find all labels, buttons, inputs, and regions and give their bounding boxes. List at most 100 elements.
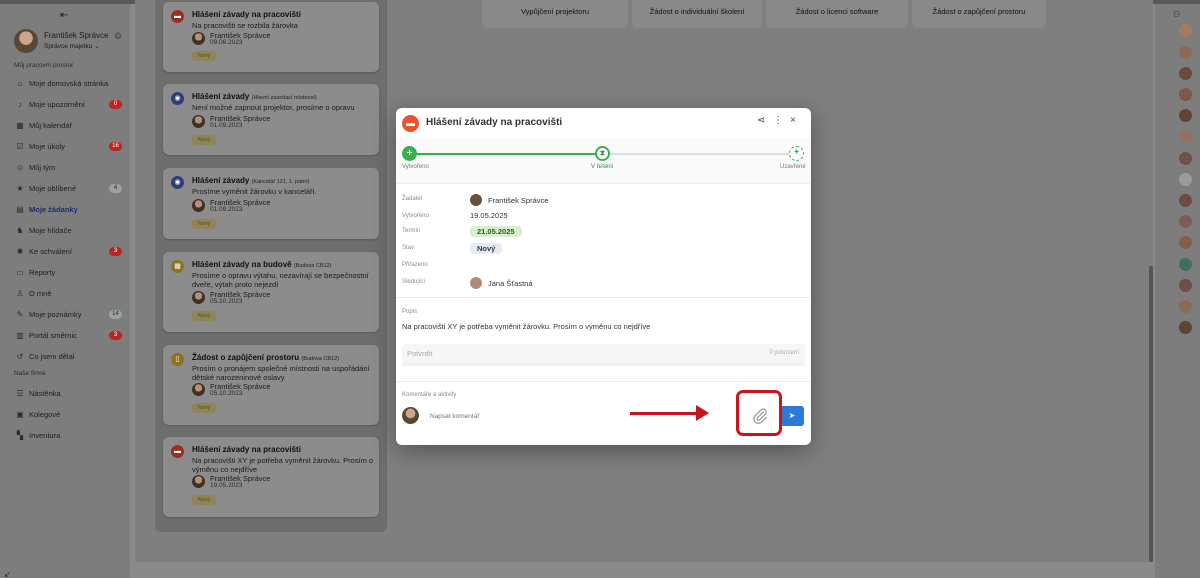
card-description: Na pracovišti se rozbila žárovka <box>192 21 298 30</box>
share-icon[interactable]: ⋖ <box>757 115 765 126</box>
avatar[interactable] <box>1179 258 1192 271</box>
avatar <box>192 383 205 396</box>
avatar[interactable] <box>1179 300 1192 313</box>
status-badge: Nový <box>192 495 216 505</box>
approvals-badge: 3 <box>109 246 122 256</box>
avatar[interactable] <box>1179 109 1192 122</box>
avatar[interactable] <box>1179 67 1192 80</box>
request-card[interactable]: ▬ Hlášení závady na pracovišti Na pracov… <box>163 437 379 517</box>
detail-watchers: Sledující Jana Šťastná <box>402 277 533 289</box>
divider <box>396 381 811 382</box>
notifications-badge: 0 <box>109 99 122 109</box>
fault-report-icon: ▬ <box>171 445 184 458</box>
avatar[interactable] <box>1179 130 1192 143</box>
card-person: František Správce 05.10.2023 <box>192 382 342 398</box>
user-profile[interactable]: František Správce Správce majetku ⌄ ⚙ <box>14 26 130 56</box>
send-comment-button[interactable]: ➤ <box>780 406 804 426</box>
status-badge[interactable]: Nový <box>470 243 503 254</box>
detail-requester: Žadatel František Správce <box>402 194 549 206</box>
comments-label: Komentáře a aktivity <box>402 392 457 398</box>
avatar[interactable] <box>1179 24 1192 37</box>
detail-assigned: Přiřazeno <box>402 262 428 268</box>
sidebar-item-reports[interactable]: ▭ Reporty <box>14 265 122 279</box>
avatar[interactable] <box>1179 215 1192 228</box>
request-type-training[interactable]: Žádost o individuální školení <box>632 0 762 28</box>
reports-icon: ▭ <box>16 267 24 277</box>
watchdog-icon: ♞ <box>16 225 24 235</box>
confirm-button[interactable]: Potvrdit 0 potvrzení <box>402 344 805 363</box>
send-icon: ➤ <box>788 411 796 420</box>
sidebar-item-inventory[interactable]: ▚ Inventura <box>14 428 122 442</box>
detail-status: Stav Nový <box>402 242 802 256</box>
request-card[interactable]: ◉ Hlášení závady (Hlavní zasedací místno… <box>163 84 379 155</box>
request-card[interactable]: ▦ Hlášení závady na budově (Budova CB12)… <box>163 252 379 332</box>
sidebar-item-notifications[interactable]: ♪ Moje upozornění 0 <box>14 97 122 111</box>
card-title: Hlášení závady na pracovišti <box>192 10 301 19</box>
avatar[interactable] <box>1179 279 1192 292</box>
people-icon[interactable]: ⚇ <box>1173 10 1180 19</box>
sidebar-item-notes[interactable]: ✎ Moje poznámky 14 <box>14 307 122 321</box>
sidebar-item-history[interactable]: ↺ Co jsem dělal <box>14 349 122 363</box>
notes-badge: 14 <box>109 309 122 319</box>
sidebar-item-calendar[interactable]: ▦ Můj kalendář <box>14 118 122 132</box>
scrollbar[interactable] <box>1149 266 1153 562</box>
sidebar-item-colleagues[interactable]: ▣ Kolegové <box>14 407 122 421</box>
sidebar-item-team[interactable]: ☺ Můj tým <box>14 160 122 174</box>
deadline-badge[interactable]: 21.05.2025 <box>470 226 522 237</box>
request-type-license[interactable]: Žádost o licenci software <box>766 0 908 28</box>
collapse-sidebar-icon[interactable]: ⇤ <box>60 10 68 21</box>
status-badge: Nový <box>192 219 216 229</box>
request-details: Žadatel František Správce Vytvořeno 19.05.… <box>396 184 811 296</box>
requests-icon: ▤ <box>16 204 24 214</box>
sidebar-item-requests[interactable]: ▤ Moje žádanky <box>14 202 122 216</box>
sidebar-item-about-me[interactable]: ♙ O mně <box>14 286 122 300</box>
avatar[interactable] <box>1179 173 1192 186</box>
people-rail: ⚇ <box>1155 4 1200 578</box>
sidebar: ⇤ František Správce Správce majetku ⌄ ⚙ … <box>0 4 130 578</box>
avatar[interactable] <box>1179 321 1192 334</box>
comment-input[interactable] <box>426 407 726 425</box>
avatar[interactable] <box>1179 152 1192 165</box>
detail-created: Vytvořeno 19.05.2025 <box>402 211 508 220</box>
confirm-progress <box>402 363 805 366</box>
request-type-projector[interactable]: Vypůjčení projektoru <box>482 0 628 28</box>
user-name: František Správce <box>44 31 109 40</box>
modal-header: ▬ Hlášení závady na pracovišti ⋖ ⋮ × <box>396 108 811 138</box>
avatar[interactable] <box>1179 46 1192 59</box>
sidebar-item-approvals[interactable]: ✺ Ke schválení 3 <box>14 244 122 258</box>
request-type-room[interactable]: Žádost o zapůjčení prostoru <box>912 0 1046 28</box>
portal-badge: 3 <box>109 330 122 340</box>
sidebar-item-portal[interactable]: ▥ Portál směrnic 3 <box>14 328 122 342</box>
expand-arrow-icon[interactable]: ↙ <box>4 570 11 578</box>
user-avatar <box>14 29 38 53</box>
avatar[interactable] <box>1179 88 1192 101</box>
card-person: František Správce 19.05.2023 <box>192 474 342 490</box>
sidebar-item-watchdogs[interactable]: ♞ Moje hlídače <box>14 223 122 237</box>
building-icon: ▦ <box>171 260 184 273</box>
step-in-progress-icon: ⧗ <box>595 146 610 161</box>
person-icon: ♙ <box>16 288 24 298</box>
description-text: Na pracovišti XY je potřeba vyměnit žáro… <box>402 322 651 331</box>
sidebar-item-board[interactable]: ☰ Nástěnka <box>14 386 122 400</box>
team-icon: ☺ <box>15 162 25 172</box>
sidebar-item-tasks[interactable]: ☑ Moje úkoly 16 <box>14 139 122 153</box>
card-description: Prosím o pronájem společné místnosti na … <box>192 364 370 382</box>
request-card[interactable]: ▯ Žádost o zapůjčení prostoru (Budova CB… <box>163 345 379 425</box>
sidebar-item-home[interactable]: ⌂ Moje domovská stránka <box>14 76 122 90</box>
progress-line-todo <box>610 153 790 155</box>
avatar <box>192 475 205 488</box>
request-card[interactable]: ◉ Hlášení závady (Kancelář 121, 1. patro… <box>163 168 379 239</box>
favorites-badge: 4 <box>109 183 122 193</box>
annotation-highlight <box>736 390 782 436</box>
room-icon: ▯ <box>171 353 184 366</box>
card-person: František Správce 09.06.2023 <box>192 31 342 47</box>
settings-gear-icon[interactable]: ⚙ <box>114 31 122 42</box>
more-options-icon[interactable]: ⋮ <box>773 115 783 126</box>
close-icon[interactable]: × <box>790 115 796 126</box>
avatar[interactable] <box>1179 236 1192 249</box>
avatar[interactable] <box>1179 194 1192 207</box>
sidebar-item-favorites[interactable]: ★ Moje oblíbené 4 <box>14 181 122 195</box>
status-badge: Nový <box>192 311 216 321</box>
user-role[interactable]: Správce majetku ⌄ <box>44 42 100 50</box>
request-card[interactable]: ▬ Hlášení závady na pracovišti Na pracov… <box>163 2 379 72</box>
